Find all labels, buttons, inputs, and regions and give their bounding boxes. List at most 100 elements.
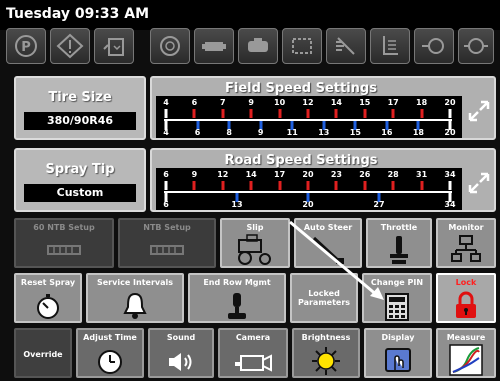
- road-speed-panel[interactable]: Road Speed Settings 6 9 12 14 17 20 23 26 28 31 34…: [150, 148, 496, 212]
- steer-wand-icon: [312, 236, 344, 264]
- filter-icon: [282, 28, 322, 64]
- field-speed-bottom-tick: 13: [318, 128, 330, 137]
- road-speed-red-marker[interactable]: [334, 181, 338, 190]
- field-speed-panel[interactable]: Field Speed Settings 4 6 7 9 10 12 14 15 17 18 20 4…: [150, 76, 496, 140]
- adjust-time-button[interactable]: Adjust Time: [76, 328, 144, 378]
- field-speed-top-tick: 14: [330, 98, 342, 107]
- road-speed-top-tick: 26: [359, 170, 371, 179]
- throttle-lever-icon: [390, 236, 408, 264]
- road-speed-red-marker[interactable]: [420, 181, 424, 190]
- brightness-button[interactable]: Brightness: [292, 328, 360, 378]
- field-speed-bottom-tick: 9: [257, 128, 264, 137]
- road-speed-red-marker[interactable]: [249, 181, 253, 190]
- road-speed-red-marker[interactable]: [221, 181, 225, 190]
- override-button[interactable]: Override: [14, 328, 72, 378]
- end-row-mgmt-button[interactable]: End Row Mgmt: [188, 273, 286, 323]
- hydraulic-icon: [194, 28, 234, 64]
- parking-brake-icon: P: [6, 28, 46, 64]
- expand-arrows-icon[interactable]: [466, 98, 492, 124]
- clock-display: Tuesday 09:33 AM: [6, 6, 150, 22]
- road-speed-red-marker[interactable]: [164, 181, 168, 190]
- field-speed-top-tick: 17: [387, 98, 399, 107]
- field-speed-red-marker[interactable]: [164, 109, 168, 118]
- monitor-button[interactable]: Monitor: [436, 218, 496, 268]
- ntb-60-setup-button[interactable]: 60 NTB Setup: [14, 218, 114, 268]
- field-speed-bottom-tick: 16: [381, 128, 393, 137]
- road-speed-red-marker[interactable]: [448, 181, 452, 190]
- road-speed-top-tick: 28: [387, 170, 399, 179]
- field-speed-top-tick: 4: [163, 98, 169, 107]
- svg-text:P: P: [21, 40, 31, 55]
- field-speed-red-marker[interactable]: [306, 109, 310, 118]
- field-speed-red-marker[interactable]: [334, 109, 338, 118]
- field-speed-red-marker[interactable]: [221, 109, 225, 118]
- field-speed-top-tick: 12: [302, 98, 314, 107]
- field-speed-baseline: [164, 119, 452, 121]
- road-speed-bottom-tick: 20: [302, 200, 314, 209]
- field-speed-red-marker[interactable]: [192, 109, 196, 118]
- measure-button[interactable]: Measure: [436, 328, 496, 378]
- road-speed-bottom-tick: 27: [373, 200, 385, 209]
- pump-icon: [414, 28, 454, 64]
- lock-button[interactable]: Lock: [436, 273, 496, 323]
- road-speed-title: Road Speed Settings: [224, 153, 378, 168]
- road-speed-red-marker[interactable]: [192, 181, 196, 190]
- graph-icon: [449, 344, 483, 376]
- spray-tip-button[interactable]: Spray Tip Custom: [14, 148, 146, 212]
- spray-tip-label: Spray Tip: [45, 162, 115, 177]
- locked-parameters-button[interactable]: Locked Parameters: [290, 273, 358, 323]
- road-speed-red-marker[interactable]: [306, 181, 310, 190]
- field-speed-red-marker[interactable]: [448, 109, 452, 118]
- tractor-icon: [238, 234, 271, 265]
- auto-steer-button[interactable]: Auto Steer: [294, 218, 362, 268]
- field-speed-red-marker[interactable]: [391, 109, 395, 118]
- tire-size-button[interactable]: Tire Size 380/90R46: [14, 76, 146, 140]
- touchscreen-icon: [385, 348, 411, 372]
- change-pin-button[interactable]: Change PIN: [362, 273, 432, 323]
- field-speed-top-tick: 7: [220, 98, 226, 107]
- road-speed-top-tick: 34: [444, 170, 456, 179]
- ntb-setup-icon: [47, 245, 81, 255]
- field-speed-red-marker[interactable]: [420, 109, 424, 118]
- ntb-setup-icon: [150, 245, 184, 255]
- field-speed-top-tick: 10: [274, 98, 286, 107]
- tank-low-icon: [94, 28, 134, 64]
- tire-size-label: Tire Size: [48, 90, 112, 105]
- road-speed-red-marker[interactable]: [391, 181, 395, 190]
- field-speed-bottom-tick: 18: [412, 128, 425, 137]
- road-speed-red-marker[interactable]: [278, 181, 282, 190]
- spray-tip-value: Custom: [24, 184, 136, 202]
- road-speed-bottom-tick: 34: [444, 200, 456, 209]
- road-speed-red-marker[interactable]: [363, 181, 367, 190]
- throttle-button[interactable]: Throttle: [366, 218, 432, 268]
- boom-icon: [458, 28, 494, 64]
- tire-size-value: 380/90R46: [24, 112, 136, 130]
- camera-button[interactable]: Camera: [218, 328, 288, 378]
- sun-icon: [312, 347, 340, 375]
- road-speed-top-tick: 23: [330, 170, 342, 179]
- stopwatch-icon: [37, 294, 59, 319]
- road-speed-top-tick: 17: [274, 170, 286, 179]
- slip-button[interactable]: Slip: [220, 218, 290, 268]
- bell-icon: [123, 292, 147, 319]
- sound-button[interactable]: Sound: [148, 328, 214, 378]
- road-speed-top-tick: 6: [163, 170, 169, 179]
- reset-spray-button[interactable]: Reset Spray: [14, 273, 82, 323]
- expand-arrows-icon[interactable]: [466, 170, 492, 196]
- field-speed-red-marker[interactable]: [278, 109, 282, 118]
- display-button[interactable]: Display: [364, 328, 432, 378]
- field-speed-red-marker[interactable]: [249, 109, 253, 118]
- field-speed-red-marker[interactable]: [363, 109, 367, 118]
- field-speed-bottom-tick: 15: [349, 128, 361, 137]
- field-speed-bottom-tick: 8: [226, 128, 232, 137]
- camera-icon: [235, 354, 272, 372]
- road-speed-top-tick: 12: [217, 170, 229, 179]
- spray-off-icon: [326, 28, 366, 64]
- road-speed-top-tick: 9: [191, 170, 198, 179]
- field-speed-bottom-tick: 4: [163, 128, 169, 137]
- engine-icon: [150, 28, 190, 64]
- ntb-setup-button[interactable]: NTB Setup: [118, 218, 216, 268]
- clock-icon: [98, 350, 122, 374]
- service-intervals-button[interactable]: Service Intervals: [86, 273, 184, 323]
- warning-diamond-icon: [50, 28, 90, 64]
